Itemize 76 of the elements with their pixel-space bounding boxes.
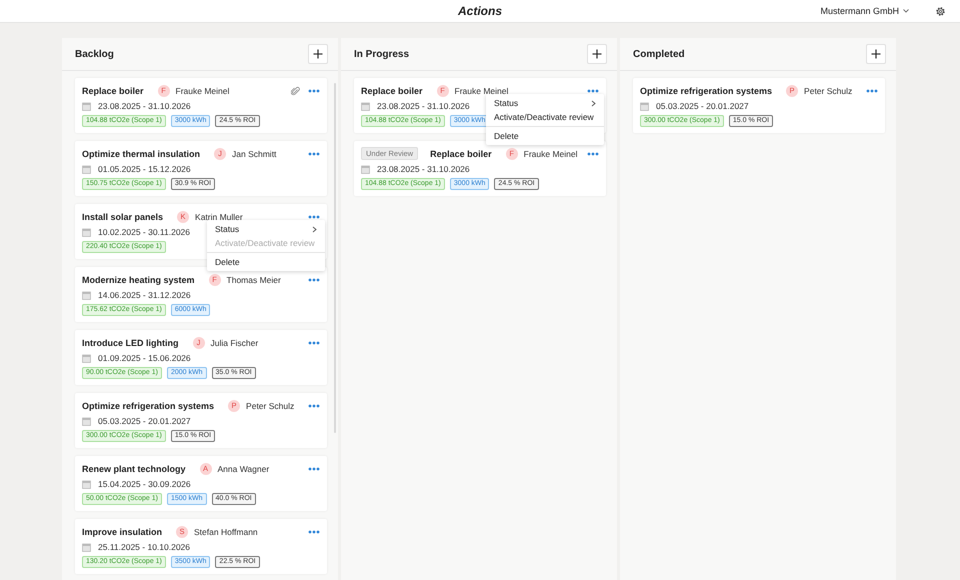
page-title: Actions — [458, 4, 502, 18]
assignee-name: Frauke Meinel — [176, 86, 230, 96]
scrollbar[interactable] — [334, 83, 336, 433]
assignee-name: Stefan Hoffmann — [194, 526, 258, 536]
assignee-name: Jan Schmitt — [232, 148, 276, 158]
column-title: Completed — [633, 48, 685, 60]
plus-icon — [871, 49, 881, 59]
plus-icon — [592, 49, 602, 59]
card-title: Introduce LED lighting — [82, 338, 178, 348]
card-title: Modernize heating system — [82, 274, 195, 284]
assignee-name: Katrin Muller — [195, 212, 243, 222]
date-range: 23.08.2025 - 31.10.2026 — [98, 101, 191, 111]
calendar-icon — [82, 102, 91, 110]
chevron-icon — [903, 9, 909, 13]
card-title: Improve insulation — [82, 526, 162, 536]
date-range: 15.04.2025 - 30.09.2026 — [98, 479, 191, 489]
card-title: Install solar panels — [82, 212, 164, 222]
calendar-icon — [361, 102, 370, 110]
more-button[interactable] — [308, 404, 320, 408]
more-button[interactable] — [308, 88, 320, 92]
calendar-icon — [82, 354, 91, 362]
paperclip-icon[interactable] — [291, 86, 300, 96]
plus-icon — [313, 49, 323, 59]
more-button[interactable] — [587, 88, 599, 92]
date-range: 05.03.2025 - 20.01.2027 — [656, 101, 749, 111]
more-button[interactable] — [308, 278, 320, 282]
menu-item[interactable]: Delete — [207, 255, 325, 269]
date-range: 23.08.2025 - 31.10.2026 — [377, 101, 470, 111]
more-button[interactable] — [308, 214, 320, 218]
date-range: 25.11.2025 - 10.10.2026 — [98, 542, 190, 552]
chevron-icon — [312, 226, 317, 232]
assignee-name: Frauke Meinel — [524, 148, 578, 158]
calendar-icon — [82, 480, 91, 488]
calendar-icon — [82, 290, 91, 300]
add-button[interactable] — [587, 44, 607, 64]
company-dropdown[interactable]: Mustermann GmbH — [820, 6, 909, 16]
more-button[interactable] — [587, 152, 599, 156]
assignee-name: Peter Schulz — [804, 86, 852, 96]
card-title: Renew plant technology — [82, 464, 186, 474]
column-title: In Progress — [354, 48, 410, 60]
calendar-icon — [82, 416, 91, 426]
card-title: Optimize refrigeration systems — [640, 86, 772, 96]
calendar-icon — [82, 542, 91, 552]
add-button[interactable] — [866, 44, 886, 64]
date-range: 14.06.2025 - 31.12.2026 — [98, 290, 191, 300]
date-range: 05.03.2025 - 20.01.2027 — [98, 416, 191, 426]
calendar-icon — [82, 228, 91, 236]
card-title: Optimize refrigeration systems — [82, 400, 214, 410]
assignee-name: Thomas Meier — [226, 274, 281, 284]
more-button[interactable] — [308, 340, 320, 344]
more-button[interactable] — [308, 530, 320, 534]
more-button[interactable] — [866, 88, 878, 92]
menu-item[interactable]: Status — [207, 222, 325, 236]
calendar-icon — [361, 164, 370, 174]
card-title: Replace boiler — [430, 148, 492, 158]
add-button[interactable] — [308, 44, 328, 64]
assignee-name: Peter Schulz — [246, 400, 294, 410]
calendar-icon — [640, 102, 649, 110]
assignee-name: Frauke Meinel — [454, 86, 508, 96]
date-range: 01.09.2025 - 15.06.2026 — [98, 353, 191, 363]
more-button[interactable] — [308, 152, 320, 156]
menu-item[interactable]: Status — [486, 96, 604, 110]
menu-item[interactable]: Delete — [486, 129, 604, 143]
settings-icon[interactable] — [935, 6, 946, 16]
date-range: 10.02.2025 - 30.11.2026 — [98, 227, 190, 237]
assignee-name: Julia Fischer — [210, 338, 258, 348]
date-range: 01.05.2025 - 15.12.2026 — [98, 164, 191, 174]
card-title: Replace boiler — [361, 86, 423, 96]
date-range: 23.08.2025 - 31.10.2026 — [377, 164, 470, 174]
column-title: Backlog — [75, 48, 114, 60]
card-title: Optimize thermal insulation — [82, 148, 200, 158]
assignee-name: Anna Wagner — [218, 464, 270, 474]
calendar-icon — [82, 164, 91, 174]
more-button[interactable] — [308, 466, 320, 470]
chevron-icon — [591, 100, 596, 106]
card-title: Replace boiler — [82, 86, 144, 96]
